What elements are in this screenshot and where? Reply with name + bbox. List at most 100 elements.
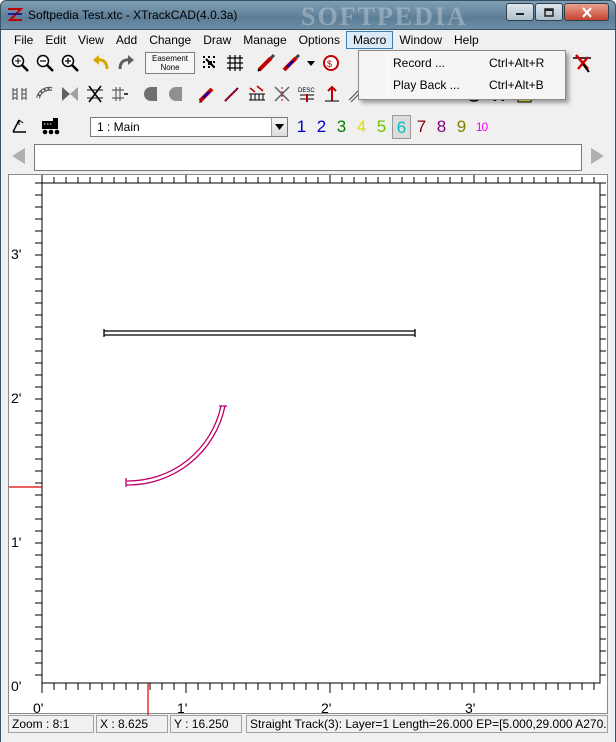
layout-drawing: 3' 2' 1' 0' 0' 1' 2' 3' [9, 175, 606, 715]
delete-button[interactable] [570, 51, 594, 75]
layer-button-4[interactable]: 4 [352, 115, 371, 139]
train-button[interactable] [39, 114, 63, 138]
elevation-left-button[interactable] [139, 82, 163, 106]
layer-button-5[interactable]: 5 [372, 115, 391, 139]
maximize-icon [544, 7, 554, 17]
profile-button[interactable] [195, 82, 219, 106]
menu-help[interactable]: Help [448, 31, 485, 49]
status-info: Straight Track(3): Layer=1 Length=26.000… [246, 715, 608, 733]
menu-draw[interactable]: Draw [197, 31, 237, 49]
pencil-blue-button[interactable] [279, 51, 303, 75]
ruler-icon [249, 85, 265, 101]
zoom-extents-button[interactable] [8, 51, 32, 75]
undo-icon [93, 55, 109, 70]
menu-manage[interactable]: Manage [237, 31, 292, 49]
status-bar: Zoom : 8:1 X : 8.625 Y : 16.250 Straight… [6, 715, 610, 734]
menu-item-playback[interactable]: Play Back ... Ctrl+Alt+B [361, 75, 563, 96]
scroll-left-button[interactable] [10, 146, 28, 166]
layer-button-3[interactable]: 3 [332, 115, 351, 139]
move-button[interactable] [108, 82, 132, 106]
connect-icon [62, 87, 78, 101]
title-bar: SOFTPEDIA Softpedia Test.xtc - XTrackCAD… [0, 0, 616, 31]
menu-item-record[interactable]: Record ... Ctrl+Alt+R [361, 53, 563, 74]
zoom-extents-icon [11, 54, 29, 72]
elevation-right-button[interactable] [164, 82, 188, 106]
message-box [34, 144, 582, 171]
describe-text-icon: DESC [298, 88, 315, 102]
locomotive-icon [42, 118, 60, 135]
drawing-canvas[interactable]: 3' 2' 1' 0' 0' 1' 2' 3' [8, 174, 608, 715]
menu-item-record-label: Record ... [393, 56, 446, 70]
layer-button-1[interactable]: 1 [292, 115, 311, 139]
window-title: Softpedia Test.xtc - XTrackCAD(4.0.3a) [28, 8, 238, 22]
xtrackcad-app-icon[interactable] [7, 8, 23, 22]
select-button[interactable] [33, 82, 57, 106]
pencil-red-button[interactable] [254, 51, 278, 75]
parts-list-icon: $ [323, 55, 339, 71]
redo-button[interactable] [114, 51, 138, 75]
menu-change[interactable]: Change [143, 31, 197, 49]
snap-grid-show-button[interactable] [198, 51, 222, 75]
profile-icon [198, 87, 214, 103]
connect-button[interactable] [58, 82, 82, 106]
elevation-half-icon-2 [169, 87, 182, 101]
svg-text:DESC: DESC [298, 88, 315, 94]
menu-file[interactable]: File [8, 31, 39, 49]
zoom-out-button[interactable] [58, 51, 82, 75]
x-axis-label-2: 2' [321, 700, 331, 715]
layer-select-value: 1 : Main [97, 120, 140, 134]
x-axis-label-3: 3' [465, 700, 475, 715]
elevation-text-button[interactable] [320, 82, 344, 106]
triangle-left-icon [12, 148, 25, 164]
zoom-in-icon [36, 54, 54, 72]
tunnel-button[interactable] [220, 82, 244, 106]
close-button[interactable] [564, 3, 609, 21]
pencil-dropdown-button[interactable] [304, 51, 318, 75]
snap-grid-enable-button[interactable] [223, 51, 247, 75]
layer-button-9[interactable]: 9 [452, 115, 471, 139]
menu-item-playback-label: Play Back ... [393, 78, 460, 92]
chevron-down-icon [275, 124, 284, 130]
menu-options[interactable]: Options [293, 31, 346, 49]
layer-select-arrow[interactable] [271, 118, 287, 136]
pointer-button[interactable] [8, 114, 32, 138]
track-pencil-icon [282, 53, 301, 72]
easement-value: None [160, 63, 180, 72]
split-button[interactable] [83, 82, 107, 106]
drawing-border [41, 182, 601, 684]
tunnel-icon [224, 87, 239, 102]
easement-button[interactable]: Easement None [145, 52, 195, 74]
undo-button[interactable] [89, 51, 113, 75]
redo-icon [118, 55, 134, 70]
maximize-button[interactable] [535, 3, 563, 21]
y-axis-label-1: 1' [11, 534, 21, 550]
zoom-out-icon [61, 54, 79, 72]
snap-grid-dots-icon [203, 56, 215, 68]
zoom-in-button[interactable] [33, 51, 57, 75]
layer-button-6[interactable]: 6 [392, 115, 411, 139]
layer-button-10[interactable]: 10 [472, 115, 491, 139]
split-icon [87, 85, 103, 103]
layer-button-2[interactable]: 2 [312, 115, 331, 139]
split-track-button[interactable] [270, 82, 294, 106]
macro-dropdown-menu: Record ... Ctrl+Alt+R Play Back ... Ctrl… [358, 50, 566, 100]
menu-item-record-shortcut: Ctrl+Alt+R [489, 56, 545, 70]
draw-pencil-icon [257, 53, 276, 72]
layer-button-8[interactable]: 8 [432, 115, 451, 139]
menu-bar: File Edit View Add Change Draw Manage Op… [8, 30, 608, 50]
minimize-button[interactable] [506, 3, 534, 21]
track-describe-icon [12, 88, 27, 100]
describe-button[interactable] [8, 82, 32, 106]
menu-view[interactable]: View [72, 31, 110, 49]
menu-add[interactable]: Add [110, 31, 143, 49]
layer-select[interactable]: 1 : Main [90, 117, 288, 137]
menu-window[interactable]: Window [393, 31, 448, 49]
parts-list-button[interactable]: $ [319, 51, 343, 75]
menu-macro[interactable]: Macro [345, 31, 394, 49]
describe-text-button[interactable]: DESC [295, 82, 319, 106]
layer-button-7[interactable]: 7 [412, 115, 431, 139]
block-button[interactable] [245, 82, 269, 106]
scroll-right-button[interactable] [588, 146, 606, 166]
toolbar-row-1-right [570, 50, 595, 76]
menu-edit[interactable]: Edit [39, 31, 72, 49]
